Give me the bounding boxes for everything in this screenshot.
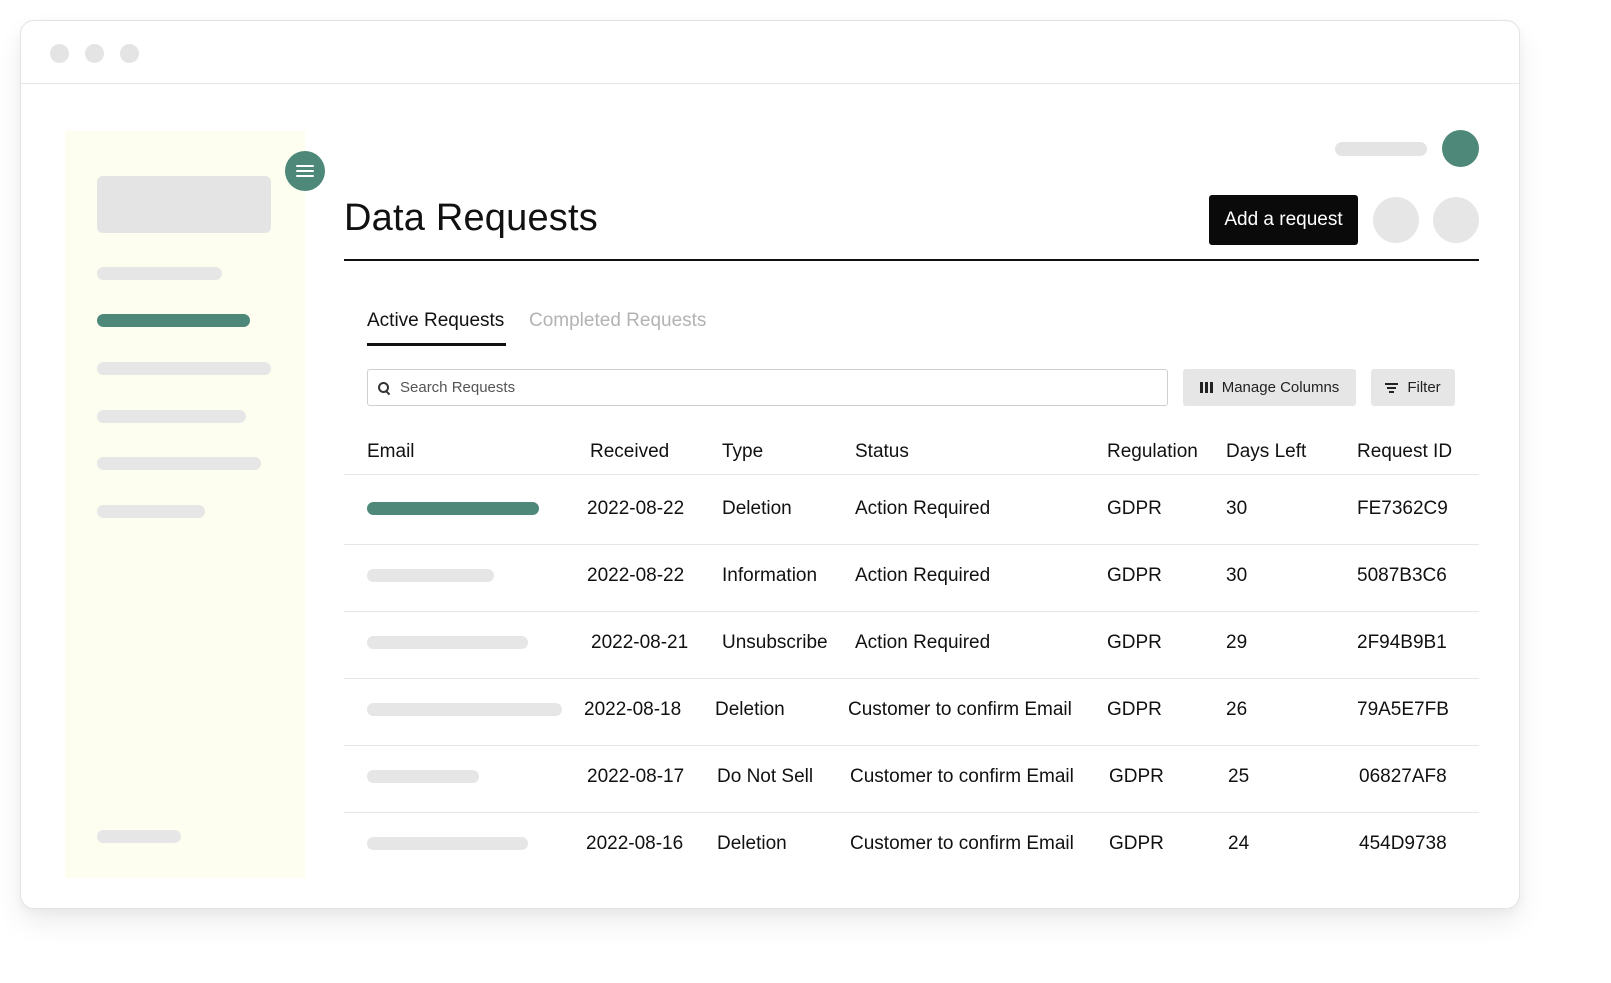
cell-status: Action Required <box>855 565 991 586</box>
hamburger-icon <box>296 165 314 167</box>
window-minimize-dot[interactable] <box>85 44 104 63</box>
hamburger-icon-line <box>296 170 314 172</box>
column-header-status[interactable]: Status <box>855 441 909 463</box>
add-request-button[interactable]: Add a request <box>1209 195 1358 245</box>
cell-days-left: 30 <box>1226 565 1248 586</box>
cell-received: 2022-08-16 <box>586 833 684 854</box>
title-divider <box>344 259 1479 261</box>
cell-days-left: 26 <box>1226 699 1248 720</box>
manage-columns-label: Manage Columns <box>1221 379 1340 396</box>
user-name-placeholder <box>1335 142 1427 156</box>
sidebar-item-5[interactable] <box>97 457 261 470</box>
header-action-button-2[interactable] <box>1433 197 1479 243</box>
cell-type: Deletion <box>717 833 787 854</box>
cell-request-id: 79A5E7FB <box>1357 699 1449 720</box>
window-titlebar <box>21 21 1519 84</box>
row-divider <box>344 611 1479 612</box>
sidebar-item-4[interactable] <box>97 410 246 423</box>
cell-request-id: 454D9738 <box>1359 833 1447 854</box>
cell-request-id: 5087B3C6 <box>1357 565 1447 586</box>
cell-received: 2022-08-21 <box>591 632 689 653</box>
column-header-days-left[interactable]: Days Left <box>1226 441 1306 463</box>
search-icon <box>377 381 391 395</box>
cell-type: Deletion <box>715 699 785 720</box>
cell-days-left: 25 <box>1228 766 1250 787</box>
row-divider <box>344 678 1479 679</box>
menu-toggle-button[interactable] <box>285 151 325 191</box>
cell-regulation: GDPR <box>1107 565 1162 586</box>
row-divider <box>344 812 1479 813</box>
hamburger-icon-line <box>296 175 314 177</box>
manage-columns-button[interactable]: Manage Columns <box>1183 369 1356 406</box>
cell-status: Customer to confirm Email <box>850 766 1074 787</box>
tab-completed-requests[interactable]: Completed Requests <box>529 310 706 332</box>
sidebar-footer-item[interactable] <box>97 830 181 843</box>
header-divider <box>344 474 1479 475</box>
cell-regulation: GDPR <box>1109 833 1164 854</box>
cell-received: 2022-08-18 <box>584 699 682 720</box>
email-placeholder[interactable] <box>367 770 479 783</box>
email-placeholder[interactable] <box>367 636 528 649</box>
cell-days-left: 24 <box>1228 833 1250 854</box>
email-placeholder[interactable] <box>367 502 539 515</box>
cell-type: Do Not Sell <box>717 766 814 787</box>
email-placeholder[interactable] <box>367 837 528 850</box>
row-divider <box>344 544 1479 545</box>
filter-button[interactable]: Filter <box>1371 369 1455 406</box>
filter-icon <box>1385 382 1399 393</box>
header-action-button-1[interactable] <box>1373 197 1419 243</box>
window-close-dot[interactable] <box>50 44 69 63</box>
cell-regulation: GDPR <box>1107 498 1162 519</box>
sidebar-item-1[interactable] <box>97 267 222 280</box>
cell-received: 2022-08-17 <box>587 766 685 787</box>
cell-request-id: FE7362C9 <box>1357 498 1448 519</box>
search-input[interactable] <box>400 379 1140 396</box>
cell-status: Action Required <box>855 498 991 519</box>
email-placeholder[interactable] <box>367 569 494 582</box>
column-header-request-id[interactable]: Request ID <box>1357 441 1452 463</box>
sidebar-item-active[interactable] <box>97 314 250 327</box>
cell-days-left: 30 <box>1226 498 1248 519</box>
cell-type: Unsubscribe <box>722 632 828 653</box>
search-box[interactable] <box>367 369 1168 406</box>
cell-type: Deletion <box>722 498 792 519</box>
cell-status: Action Required <box>855 632 991 653</box>
cell-regulation: GDPR <box>1107 632 1162 653</box>
cell-type: Information <box>722 565 818 586</box>
app-window: Data Requests Add a request Active Reque… <box>20 20 1520 909</box>
column-header-received[interactable]: Received <box>590 441 669 463</box>
cell-request-id: 2F94B9B1 <box>1357 632 1447 653</box>
column-header-email[interactable]: Email <box>367 441 415 463</box>
cell-days-left: 29 <box>1226 632 1248 653</box>
column-header-regulation[interactable]: Regulation <box>1107 441 1198 463</box>
email-placeholder[interactable] <box>367 703 562 716</box>
cell-regulation: GDPR <box>1109 766 1164 787</box>
sidebar-logo-placeholder <box>97 176 271 233</box>
cell-status: Customer to confirm Email <box>848 699 1072 720</box>
sidebar-item-6[interactable] <box>97 505 205 518</box>
cell-regulation: GDPR <box>1107 699 1162 720</box>
cell-request-id: 06827AF8 <box>1359 766 1447 787</box>
active-tab-indicator <box>367 343 506 346</box>
window-maximize-dot[interactable] <box>120 44 139 63</box>
columns-icon <box>1199 382 1213 393</box>
row-divider <box>344 745 1479 746</box>
column-header-type[interactable]: Type <box>722 441 763 463</box>
cell-status: Customer to confirm Email <box>850 833 1074 854</box>
cell-received: 2022-08-22 <box>587 565 685 586</box>
cell-received: 2022-08-22 <box>587 498 685 519</box>
page-title: Data Requests <box>344 197 598 239</box>
avatar[interactable] <box>1442 130 1479 167</box>
sidebar-item-3[interactable] <box>97 362 271 375</box>
sidebar <box>65 131 305 878</box>
filter-label: Filter <box>1407 379 1441 396</box>
tab-active-requests[interactable]: Active Requests <box>367 310 504 332</box>
